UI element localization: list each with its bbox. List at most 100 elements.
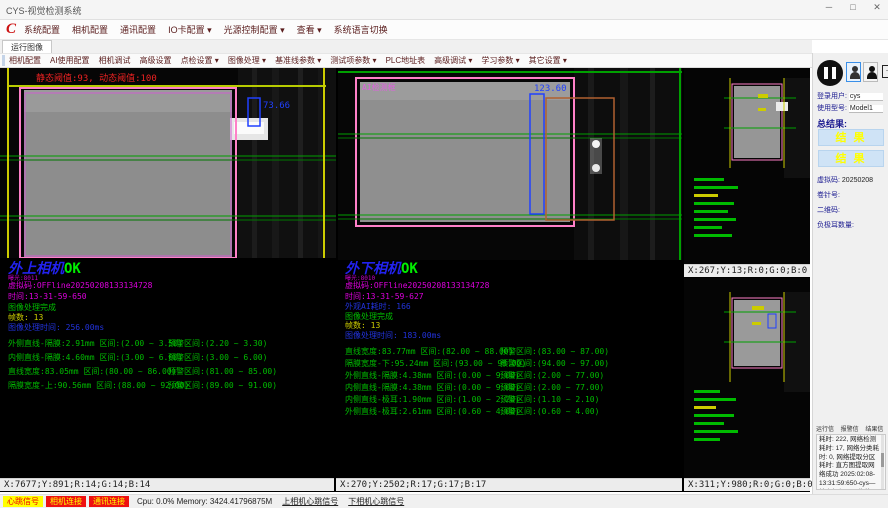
tabcount-label: 负极耳数量: (817, 220, 854, 230)
measure-row: 外侧直线-极耳:2.61mm 区间:(0.60 ~ 4.00) (345, 406, 520, 417)
model-row: 使用型号: Model1 (817, 103, 887, 113)
result-box-1: 结 果 (818, 129, 884, 146)
comm-link-badge: 通讯连接 (89, 496, 129, 507)
menu-comm-config[interactable]: 通讯配置 (120, 23, 156, 36)
result-box-2: 结 果 (818, 150, 884, 167)
measure-row: 内侧直线-隔膜:4.38mm 区间:(0.00 ~ 9.00) (345, 382, 520, 393)
battery-cell-image (360, 82, 570, 222)
measure-row: 内侧直线-隔膜:4.60mm 区间:(3.00 ~ 6.00) (8, 352, 183, 363)
measure-row: 内侧直线-极耳:1.90mm 区间:(1.00 ~ 2.20) (345, 394, 520, 405)
admin-icon (864, 63, 877, 81)
tool-image-process[interactable]: 图像处理 ▾ (228, 55, 266, 66)
tab-strip: 运行图像 (0, 40, 812, 53)
thumb-bottom-coord-bar: X:311;Y:980;R:0;G:0;B:0 (684, 478, 810, 491)
thumb-label-marks (758, 94, 768, 98)
thumb-bottom-camera-view[interactable] (684, 278, 810, 478)
tool-plc-table[interactable]: PLC地址表 (386, 55, 426, 66)
menu-language[interactable]: 系统语言切换 (334, 23, 388, 36)
left-threshold-label: 静态阈值:93, 动态阈值:100 (36, 72, 157, 84)
center-measure-label: 123.60 (534, 84, 567, 94)
log-scrollbar[interactable] (881, 435, 884, 489)
logout-button[interactable]: → (880, 62, 888, 82)
left-process-time: 图像处理时间: 256.00ms (8, 322, 104, 333)
warn-range: 预警区间:(89.00 ~ 91.00) (168, 380, 277, 391)
window-controls: ─ □ ✕ (822, 2, 884, 13)
thumb-top-camera-view[interactable] (684, 68, 810, 264)
measure-row: 隔膜宽度-上:90.56mm 区间:(88.00 ~ 92.00) (8, 380, 189, 391)
menu-light-config[interactable]: 光源控制配置 ▾ (224, 23, 285, 36)
tool-camera-debug[interactable]: 相机调试 (99, 55, 131, 66)
tool-camera-config[interactable]: 相机配置 (9, 55, 41, 66)
cam-up-heartbeat-link[interactable]: 上相机心跳信号 (282, 496, 338, 507)
minimize-icon[interactable]: ─ (822, 2, 836, 13)
titlebar: CYS-视觉检测系统 ─ □ ✕ (0, 0, 888, 20)
thumb-text-lines (694, 390, 720, 393)
app-window: CYS-视觉检测系统 ─ □ ✕ C 系统配置 相机配置 通讯配置 IO卡配置 … (0, 0, 888, 522)
left-time: 时间:13-31-59-650 (8, 291, 87, 302)
login-user-label: 登录用户: (817, 93, 847, 100)
warn-range: 预警区间:(3.00 ~ 6.00) (168, 352, 267, 363)
close-icon[interactable]: ✕ (870, 2, 884, 13)
main-area: 静态阈值:93, 动态阈值:100 73.66 AI检测框 123 (0, 68, 810, 492)
warn-range: 预警区间:(2.20 ~ 3.30) (168, 338, 267, 349)
cam-down-heartbeat-link[interactable]: 下相机心跳信号 (348, 496, 404, 507)
warn-range: 预警区间:(2.00 ~ 77.00) (500, 370, 604, 381)
tool-baseline-params[interactable]: 基准线参数 ▾ (275, 55, 321, 66)
left-camera-status: OK (64, 261, 81, 277)
center-barcode: 虚拟码:OFFline20250208133134728 (345, 280, 489, 291)
camera-link-badge: 相机连接 (46, 496, 86, 507)
battery-cell-image (24, 90, 232, 258)
model-label: 使用型号: (817, 105, 847, 112)
menu-view[interactable]: 查看 ▾ (297, 23, 322, 36)
warn-range: 预警区间:(1.10 ~ 2.10) (500, 394, 599, 405)
tool-advanced-debug[interactable]: 高级调试 ▾ (434, 55, 472, 66)
menubar: C 系统配置 相机配置 通讯配置 IO卡配置 ▾ 光源控制配置 ▾ 查看 ▾ 系… (0, 20, 888, 40)
maximize-icon[interactable]: □ (846, 2, 860, 13)
left-barcode: 虚拟码:OFFline20250208133134728 (8, 280, 152, 291)
center-ai-label: AI检测框 (362, 82, 396, 92)
measure-row: 外侧直线-隔膜:4.38mm 区间:(0.00 ~ 9.00) (345, 370, 520, 381)
statusbar: 心跳信号 相机连接 通讯连接 Cpu: 0.0% Memory: 3424.41… (0, 494, 888, 508)
app-logo-icon: C (6, 21, 16, 38)
login-user-value[interactable]: cys (849, 93, 883, 101)
tool-ai-config[interactable]: AI使用配置 (50, 55, 90, 66)
log-textarea[interactable]: 耗时: 222, 网络检测耗时: 17, 网络分类耗时: 0, 网络提取分区耗时… (816, 434, 886, 490)
login-user-button[interactable] (846, 62, 861, 82)
measure-row: 直线宽度:83.77mm 区间:(82.00 ~ 88.00) (345, 346, 513, 357)
toolbar: 相机配置 AI使用配置 相机调试 高级设置 点检设置 ▾ 图像处理 ▾ 基准线参… (0, 53, 812, 68)
tool-learning-params[interactable]: 学习参数 ▾ (481, 55, 519, 66)
left-coord-bar: X:7677;Y:891;R:14;G:14;B:14 (0, 478, 334, 491)
pause-button[interactable] (817, 60, 843, 86)
tool-spot-check[interactable]: 点检设置 ▾ (181, 55, 219, 66)
warn-range: 预警区间:(83.00 ~ 87.00) (500, 346, 609, 357)
vcode-label: 虚拟码: (817, 177, 840, 184)
left-measure-label: 73.66 (263, 101, 290, 111)
left-camera-view[interactable]: 静态阈值:93, 动态阈值:100 73.66 (0, 68, 336, 258)
control-panel: → 登录用户: cys 使用型号: Model1 总结果: 结 果 结 果 虚拟… (812, 53, 888, 494)
thumb-top-coord-bar: X:267;Y:13;R:0;G:0;B:0 (684, 264, 810, 277)
user-icon (847, 63, 860, 81)
tab-run-image[interactable]: 运行图像 (2, 40, 52, 53)
menu-io-config[interactable]: IO卡配置 ▾ (168, 23, 212, 36)
logout-arrow-icon: → (884, 64, 888, 75)
vcode-row: 虚拟码: 20250208 (817, 175, 873, 185)
heartbeat-badge: 心跳信号 (3, 496, 43, 507)
thumb-text-lines (694, 178, 724, 181)
center-process-time: 图像处理时间: 183.00ms (345, 330, 441, 341)
center-camera-view[interactable]: AI检测框 123.60 (338, 68, 682, 260)
cpu-memory-text: Cpu: 0.0% Memory: 3424.41796875M (137, 497, 272, 506)
center-camera-status: OK (401, 261, 418, 277)
vcode-value: 20250208 (842, 177, 873, 184)
qr-label: 二维码: (817, 205, 840, 215)
tool-other-settings[interactable]: 其它设置 ▾ (529, 55, 567, 66)
battery-cell-thumb (734, 86, 780, 158)
menu-system-config[interactable]: 系统配置 (24, 23, 60, 36)
model-value[interactable]: Model1 (849, 105, 883, 113)
tool-advanced-settings[interactable]: 高级设置 (140, 55, 172, 66)
measure-row: 直线宽度:83.05mm 区间:(80.00 ~ 86.00) (8, 366, 176, 377)
thumb-label-marks (752, 306, 764, 310)
menu-camera-config[interactable]: 相机配置 (72, 23, 108, 36)
admin-user-button[interactable] (863, 62, 878, 82)
warn-range: 预警区间:(2.00 ~ 77.00) (500, 382, 604, 393)
tool-test-params[interactable]: 测试项参数 ▾ (330, 55, 376, 66)
